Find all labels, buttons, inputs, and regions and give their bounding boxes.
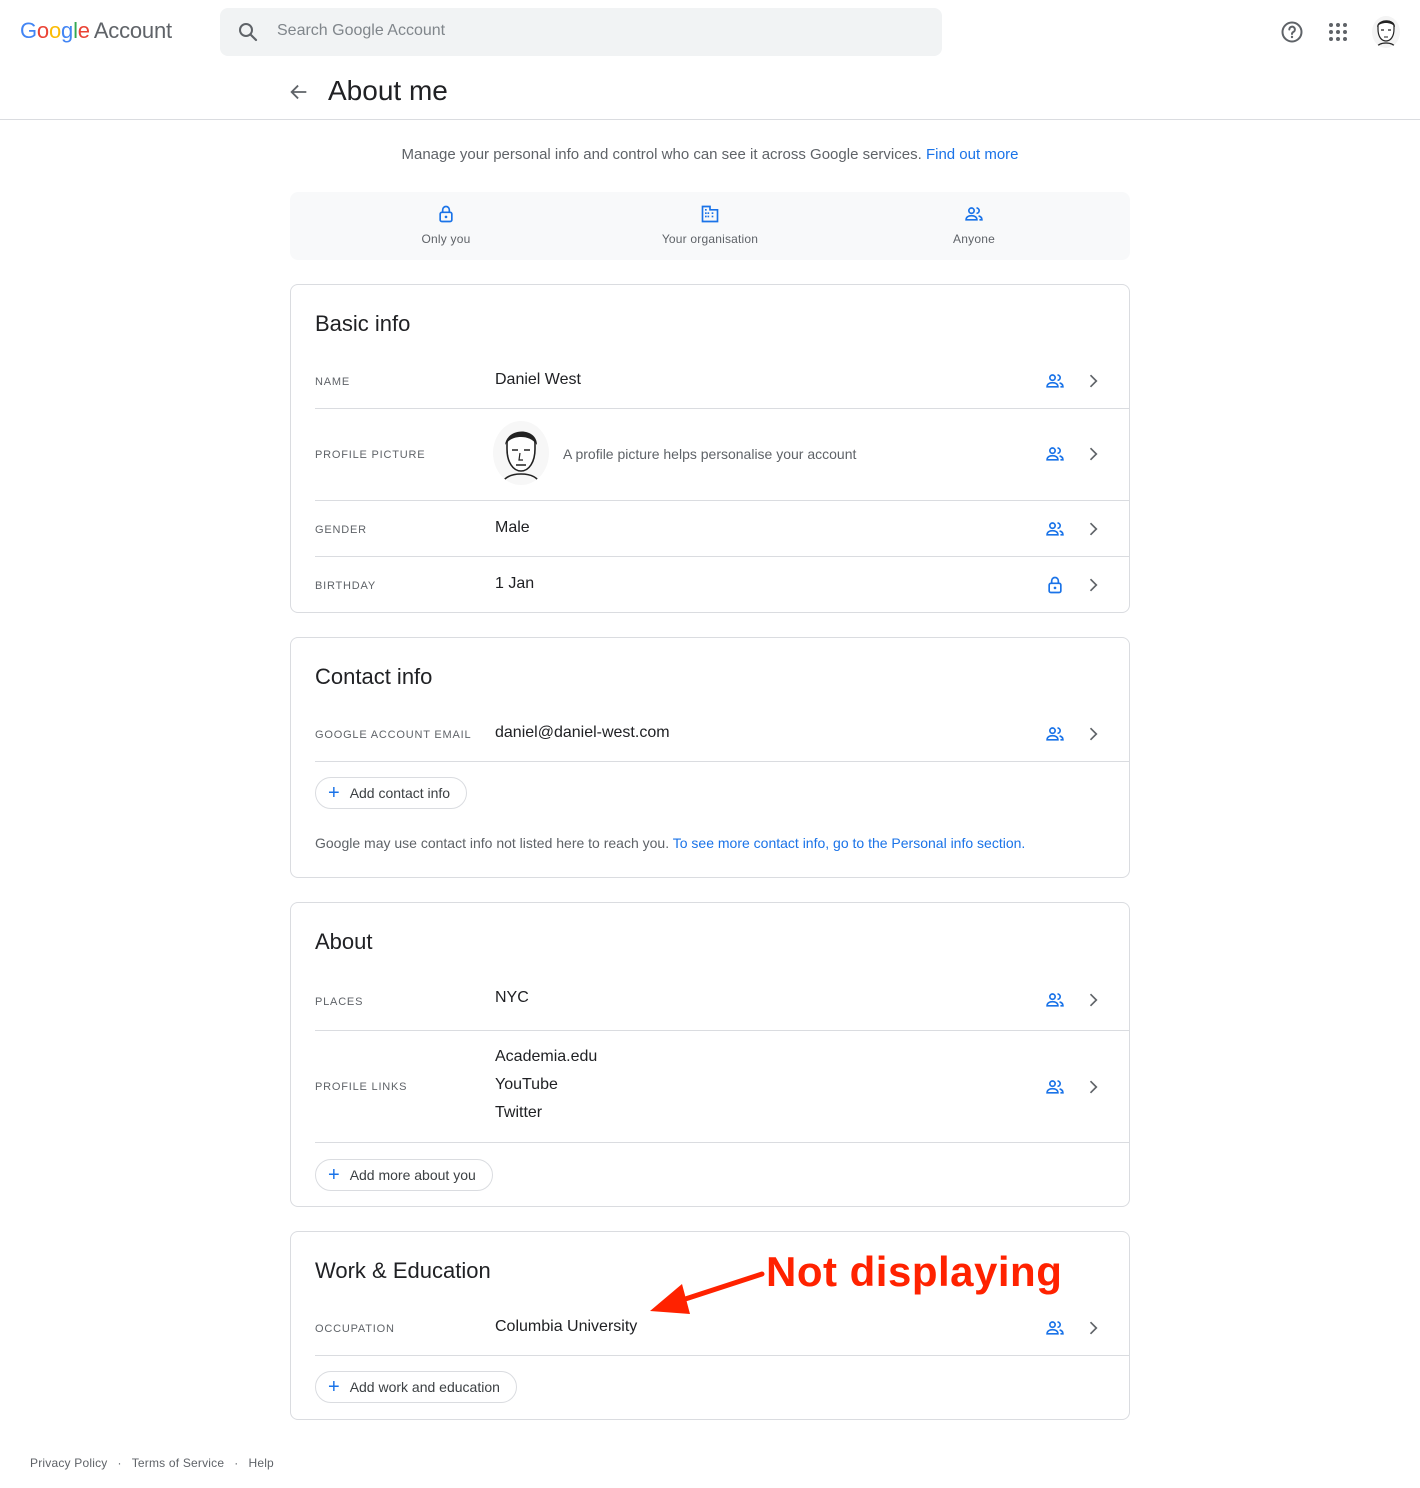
terms-of-service-link[interactable]: Terms of Service [132, 1456, 225, 1470]
face-sketch-icon [493, 421, 549, 485]
legend-only-you: Only you [346, 204, 546, 246]
title-bar: About me [0, 64, 1420, 120]
work-education-title: Work & Education [315, 1258, 491, 1283]
top-bar: Google Account Search Google Account [0, 0, 1420, 64]
places-value: NYC [495, 989, 529, 1006]
annotation-arrow [650, 1271, 765, 1314]
chevron-right-icon[interactable] [1083, 724, 1103, 744]
profile-picture-key: PROFILE PICTURE [315, 449, 426, 461]
profile-links-key: PROFILE LINKS [315, 1081, 408, 1093]
annotation-label: Not displaying [766, 1248, 1063, 1295]
chevron-right-icon[interactable] [1083, 519, 1103, 539]
chevron-right-icon[interactable] [1083, 575, 1103, 595]
search-input[interactable]: Search Google Account [277, 22, 445, 40]
profile-links-row[interactable]: PROFILE LINKS Academia.edu YouTube Twitt… [315, 1031, 1129, 1143]
chevron-right-icon[interactable] [1083, 990, 1103, 1010]
face-sketch-icon [1372, 16, 1400, 48]
apps-grid-icon[interactable] [1326, 20, 1350, 44]
legend-label: Your organisation [661, 232, 759, 246]
contact-note: Google may use contact info not listed h… [315, 835, 1025, 851]
birthday-row[interactable]: BIRTHDAY 1 Jan [315, 557, 1129, 613]
add-contact-info-button[interactable]: + Add contact info [315, 777, 468, 809]
add-work-education-button[interactable]: + Add work and education [315, 1371, 517, 1403]
contact-info-card: Contact info GOOGLE ACCOUNT EMAIL daniel… [290, 637, 1130, 878]
name-row[interactable]: NAME Daniel West [315, 351, 1129, 409]
add-contact-info-label: Add contact info [349, 785, 451, 801]
occupation-key: OCCUPATION [315, 1323, 395, 1335]
plus-icon: + [328, 782, 340, 804]
add-more-about-you-label: Add more about you [349, 1167, 476, 1183]
people-icon [1046, 993, 1064, 1007]
contact-note-text: Google may use contact info not listed h… [315, 835, 670, 851]
legend-your-organisation: Your organisation [610, 204, 810, 246]
footer-separator: · [117, 1456, 122, 1470]
basic-info-title: Basic info [315, 311, 411, 336]
account-avatar[interactable] [1372, 16, 1400, 48]
help-link[interactable]: Help [248, 1456, 273, 1470]
places-key: PLACES [315, 996, 364, 1008]
google-account-logo[interactable]: Google Account [20, 18, 172, 44]
basic-info-card: Basic info NAME Daniel West PROFILE PICT… [290, 284, 1130, 613]
search-bar[interactable]: Search Google Account [220, 8, 942, 56]
chevron-right-icon[interactable] [1083, 444, 1103, 464]
profile-picture-hint: A profile picture helps personalise your… [563, 446, 857, 462]
email-value: daniel@daniel-west.com [495, 724, 670, 741]
profile-picture [493, 421, 549, 485]
gender-row[interactable]: GENDER Male [315, 501, 1129, 557]
places-row[interactable]: PLACES NYC [315, 969, 1129, 1031]
people-icon [1046, 522, 1064, 536]
building-icon [701, 205, 719, 223]
contact-info-title: Contact info [315, 664, 433, 689]
chevron-right-icon[interactable] [1083, 371, 1103, 391]
personal-info-link[interactable]: To see more contact info, go to the Pers… [673, 835, 1026, 851]
chevron-right-icon[interactable] [1083, 1077, 1103, 1097]
find-out-more-link[interactable]: Find out more [926, 146, 1019, 163]
legend-label: Only you [421, 232, 471, 246]
email-row[interactable]: GOOGLE ACCOUNT EMAIL daniel@daniel-west.… [315, 704, 1129, 762]
add-more-about-you-button[interactable]: + Add more about you [315, 1159, 493, 1191]
help-icon[interactable] [1280, 20, 1304, 44]
intro-text: Manage your personal info and control wh… [0, 146, 1420, 163]
legend-label: Anyone [953, 232, 995, 246]
people-icon [1046, 1321, 1064, 1335]
legend-anyone: Anyone [874, 204, 1074, 246]
birthday-value: 1 Jan [495, 575, 535, 592]
intro-sentence: Manage your personal info and control wh… [401, 146, 922, 163]
about-card: About PLACES NYC PROFILE LINKS Academia.… [290, 902, 1130, 1207]
gender-value: Male [495, 519, 530, 536]
account-wordmark: Account [93, 18, 172, 43]
add-work-education-label: Add work and education [349, 1379, 500, 1395]
profile-link-item: YouTube [495, 1076, 558, 1093]
about-title: About [315, 929, 373, 954]
profile-link-item: Academia.edu [495, 1048, 598, 1065]
page-title: About me [328, 75, 448, 106]
chevron-right-icon[interactable] [1083, 1318, 1103, 1338]
privacy-policy-link[interactable]: Privacy Policy [30, 1456, 107, 1470]
back-arrow-icon[interactable] [288, 81, 310, 103]
people-icon [965, 207, 983, 221]
people-icon [1046, 447, 1064, 461]
visibility-legend: Only you Your organisation Anyone [290, 192, 1130, 260]
people-icon [1046, 727, 1064, 741]
name-key: NAME [315, 376, 350, 388]
plus-icon: + [328, 1376, 340, 1398]
footer-separator: · [234, 1456, 239, 1470]
gender-key: GENDER [315, 524, 367, 536]
lock-icon [1048, 576, 1062, 594]
name-value: Daniel West [495, 371, 581, 388]
people-icon [1046, 1080, 1064, 1094]
plus-icon: + [328, 1164, 340, 1186]
people-icon [1046, 374, 1064, 388]
birthday-key: BIRTHDAY [315, 580, 377, 592]
email-key: GOOGLE ACCOUNT EMAIL [315, 729, 472, 741]
search-icon[interactable] [236, 20, 260, 44]
footer: Privacy Policy · Terms of Service · Help [30, 1456, 274, 1470]
profile-link-item: Twitter [495, 1104, 543, 1121]
profile-picture-row[interactable]: PROFILE PICTURE A profile picture helps … [315, 409, 1129, 501]
lock-icon [439, 205, 453, 223]
occupation-value: Columbia University [495, 1318, 638, 1335]
google-wordmark: Google [20, 18, 90, 43]
